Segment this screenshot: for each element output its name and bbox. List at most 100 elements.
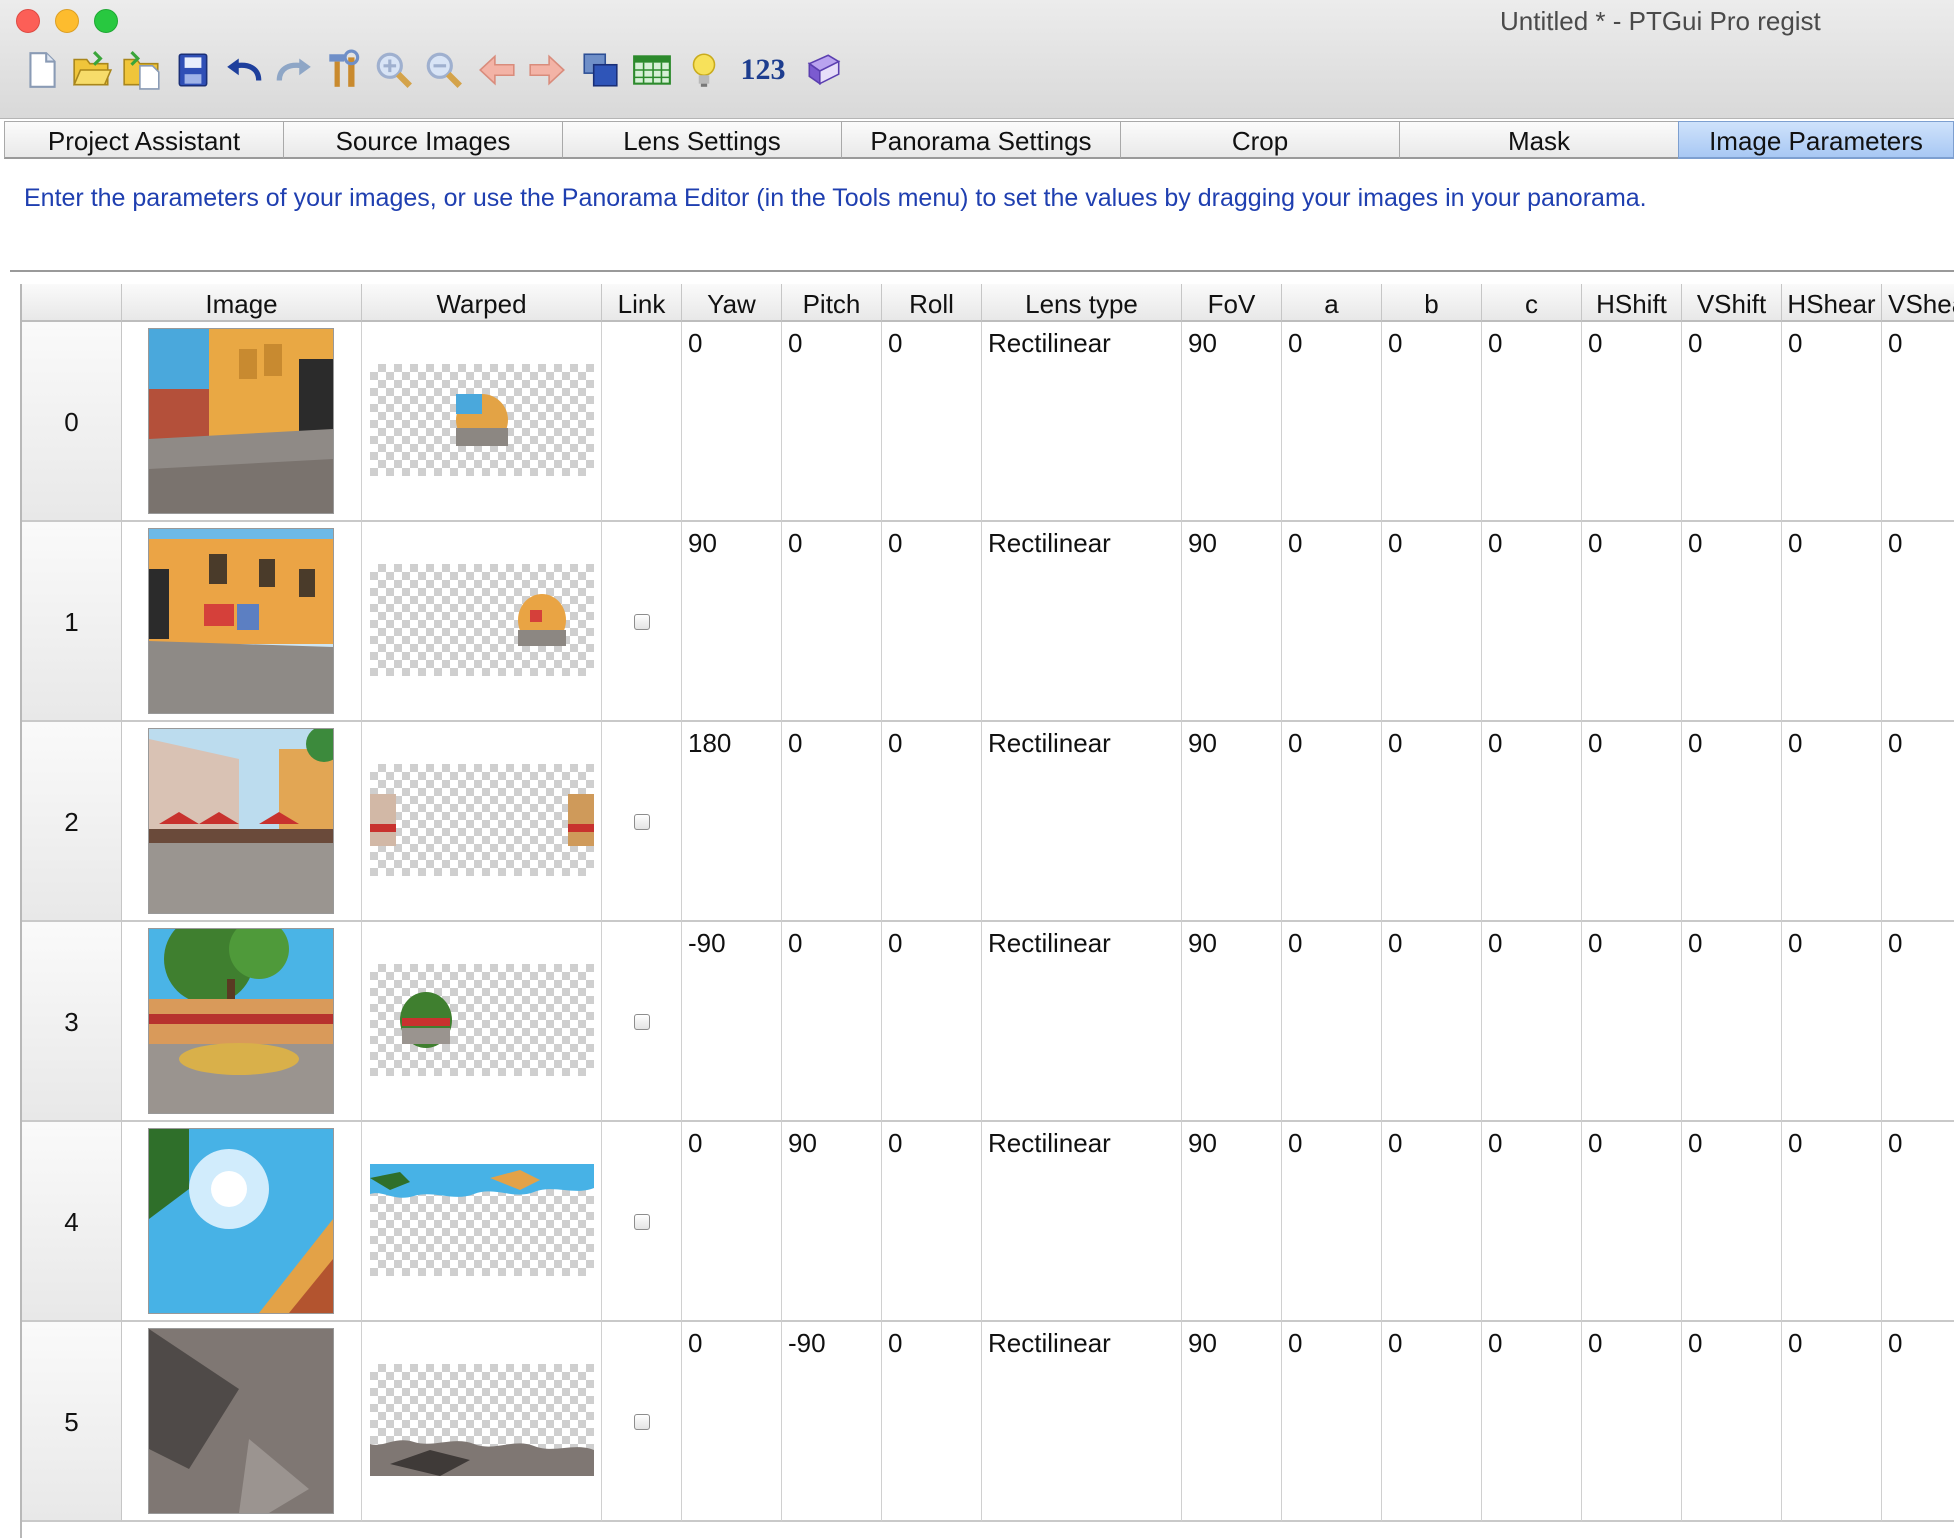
hshift-cell[interactable]: 0 xyxy=(1582,322,1682,522)
table-row[interactable]: 5 0 -90 0 Rectilinear 90 0 0 0 0 0 0 0 xyxy=(22,1322,1954,1522)
column-header-fov[interactable]: FoV xyxy=(1182,284,1282,322)
close-window-button[interactable] xyxy=(16,9,40,33)
pitch-cell[interactable]: 0 xyxy=(782,322,882,522)
b-cell[interactable]: 0 xyxy=(1382,1322,1482,1522)
table-row[interactable]: 2 180 0 0 Rectilinear 90 0 0 0 0 0 0 0 xyxy=(22,722,1954,922)
c-cell[interactable]: 0 xyxy=(1482,522,1582,722)
column-header-vshift[interactable]: VShift xyxy=(1682,284,1782,322)
roll-cell[interactable]: 0 xyxy=(882,522,982,722)
b-cell[interactable]: 0 xyxy=(1382,322,1482,522)
tab-lens-settings[interactable]: Lens Settings xyxy=(562,121,842,159)
vshift-cell[interactable]: 0 xyxy=(1682,722,1782,922)
column-header-image[interactable]: Image xyxy=(122,284,362,322)
row-header[interactable]: 1 xyxy=(22,522,122,722)
corner-header[interactable] xyxy=(22,284,122,322)
redo-button[interactable] xyxy=(270,46,318,94)
lens-type-cell[interactable]: Rectilinear xyxy=(982,722,1182,922)
table-row[interactable]: 3 -90 0 0 Rectilinear 90 0 0 0 0 0 0 0 xyxy=(22,922,1954,1122)
tab-project-assistant[interactable]: Project Assistant xyxy=(4,121,284,159)
save-project-button[interactable] xyxy=(169,46,217,94)
vshift-cell[interactable]: 0 xyxy=(1682,322,1782,522)
column-header-hshift[interactable]: HShift xyxy=(1582,284,1682,322)
fov-cell[interactable]: 90 xyxy=(1182,1322,1282,1522)
vshear-cell[interactable]: 0 xyxy=(1882,722,1954,922)
hshear-cell[interactable]: 0 xyxy=(1782,722,1882,922)
fov-cell[interactable]: 90 xyxy=(1182,522,1282,722)
tab-source-images[interactable]: Source Images xyxy=(283,121,563,159)
tip-button[interactable] xyxy=(680,46,728,94)
table-row[interactable]: 1 90 0 0 Rectilinear 90 0 0 0 0 0 0 0 xyxy=(22,522,1954,722)
yaw-cell[interactable]: 180 xyxy=(682,722,782,922)
row-header[interactable]: 4 xyxy=(22,1122,122,1322)
vshift-cell[interactable]: 0 xyxy=(1682,922,1782,1122)
vshear-cell[interactable]: 0 xyxy=(1882,922,1954,1122)
vshift-cell[interactable]: 0 xyxy=(1682,1322,1782,1522)
undo-button[interactable] xyxy=(220,46,268,94)
c-cell[interactable]: 0 xyxy=(1482,322,1582,522)
a-cell[interactable]: 0 xyxy=(1282,722,1382,922)
row-header[interactable]: 5 xyxy=(22,1322,122,1522)
previous-button[interactable] xyxy=(473,46,521,94)
b-cell[interactable]: 0 xyxy=(1382,922,1482,1122)
hshift-cell[interactable]: 0 xyxy=(1582,922,1682,1122)
hshift-cell[interactable]: 0 xyxy=(1582,522,1682,722)
column-header-hshear[interactable]: HShear xyxy=(1782,284,1882,322)
roll-cell[interactable]: 0 xyxy=(882,922,982,1122)
a-cell[interactable]: 0 xyxy=(1282,1322,1382,1522)
roll-cell[interactable]: 0 xyxy=(882,322,982,522)
lens-type-cell[interactable]: Rectilinear xyxy=(982,1122,1182,1322)
table-view-button[interactable] xyxy=(628,46,676,94)
b-cell[interactable]: 0 xyxy=(1382,722,1482,922)
link-checkbox[interactable] xyxy=(634,1214,650,1230)
lens-type-cell[interactable]: Rectilinear xyxy=(982,922,1182,1122)
column-header-lens-type[interactable]: Lens type xyxy=(982,284,1182,322)
c-cell[interactable]: 0 xyxy=(1482,922,1582,1122)
tab-mask[interactable]: Mask xyxy=(1399,121,1679,159)
fov-cell[interactable]: 90 xyxy=(1182,322,1282,522)
pitch-cell[interactable]: 0 xyxy=(782,722,882,922)
vshift-cell[interactable]: 0 xyxy=(1682,522,1782,722)
hshift-cell[interactable]: 0 xyxy=(1582,1322,1682,1522)
vshear-cell[interactable]: 0 xyxy=(1882,322,1954,522)
fov-cell[interactable]: 90 xyxy=(1182,922,1282,1122)
tools-button[interactable] xyxy=(320,46,368,94)
roll-cell[interactable]: 0 xyxy=(882,1322,982,1522)
open-project-button[interactable] xyxy=(68,46,116,94)
column-header-link[interactable]: Link xyxy=(602,284,682,322)
pitch-cell[interactable]: -90 xyxy=(782,1322,882,1522)
a-cell[interactable]: 0 xyxy=(1282,322,1382,522)
row-header[interactable]: 0 xyxy=(22,322,122,522)
roll-cell[interactable]: 0 xyxy=(882,722,982,922)
a-cell[interactable]: 0 xyxy=(1282,922,1382,1122)
maximize-window-button[interactable] xyxy=(94,9,118,33)
vshear-cell[interactable]: 0 xyxy=(1882,1322,1954,1522)
fov-cell[interactable]: 90 xyxy=(1182,1122,1282,1322)
minimize-window-button[interactable] xyxy=(55,9,79,33)
row-header[interactable]: 3 xyxy=(22,922,122,1122)
lens-type-cell[interactable]: Rectilinear xyxy=(982,322,1182,522)
yaw-cell[interactable]: 0 xyxy=(682,1122,782,1322)
new-project-button[interactable] xyxy=(18,46,66,94)
column-header-c[interactable]: c xyxy=(1482,284,1582,322)
tab-crop[interactable]: Crop xyxy=(1120,121,1400,159)
c-cell[interactable]: 0 xyxy=(1482,722,1582,922)
table-row[interactable]: 4 0 90 0 Rectilinear 90 0 0 0 0 0 0 0 xyxy=(22,1122,1954,1322)
b-cell[interactable]: 0 xyxy=(1382,1122,1482,1322)
tab-image-parameters[interactable]: Image Parameters xyxy=(1678,121,1954,159)
pitch-cell[interactable]: 90 xyxy=(782,1122,882,1322)
link-checkbox[interactable] xyxy=(634,814,650,830)
a-cell[interactable]: 0 xyxy=(1282,1122,1382,1322)
a-cell[interactable]: 0 xyxy=(1282,522,1382,722)
hshear-cell[interactable]: 0 xyxy=(1782,322,1882,522)
lens-type-cell[interactable]: Rectilinear xyxy=(982,1322,1182,1522)
hshear-cell[interactable]: 0 xyxy=(1782,522,1882,722)
hshift-cell[interactable]: 0 xyxy=(1582,722,1682,922)
zoom-out-button[interactable] xyxy=(420,46,468,94)
hshear-cell[interactable]: 0 xyxy=(1782,1322,1882,1522)
vshear-cell[interactable]: 0 xyxy=(1882,1122,1954,1322)
help-button[interactable] xyxy=(800,46,848,94)
column-header-warped[interactable]: Warped xyxy=(362,284,602,322)
b-cell[interactable]: 0 xyxy=(1382,522,1482,722)
hshift-cell[interactable]: 0 xyxy=(1582,1122,1682,1322)
numeric-transform-button[interactable]: 123 xyxy=(728,46,798,94)
